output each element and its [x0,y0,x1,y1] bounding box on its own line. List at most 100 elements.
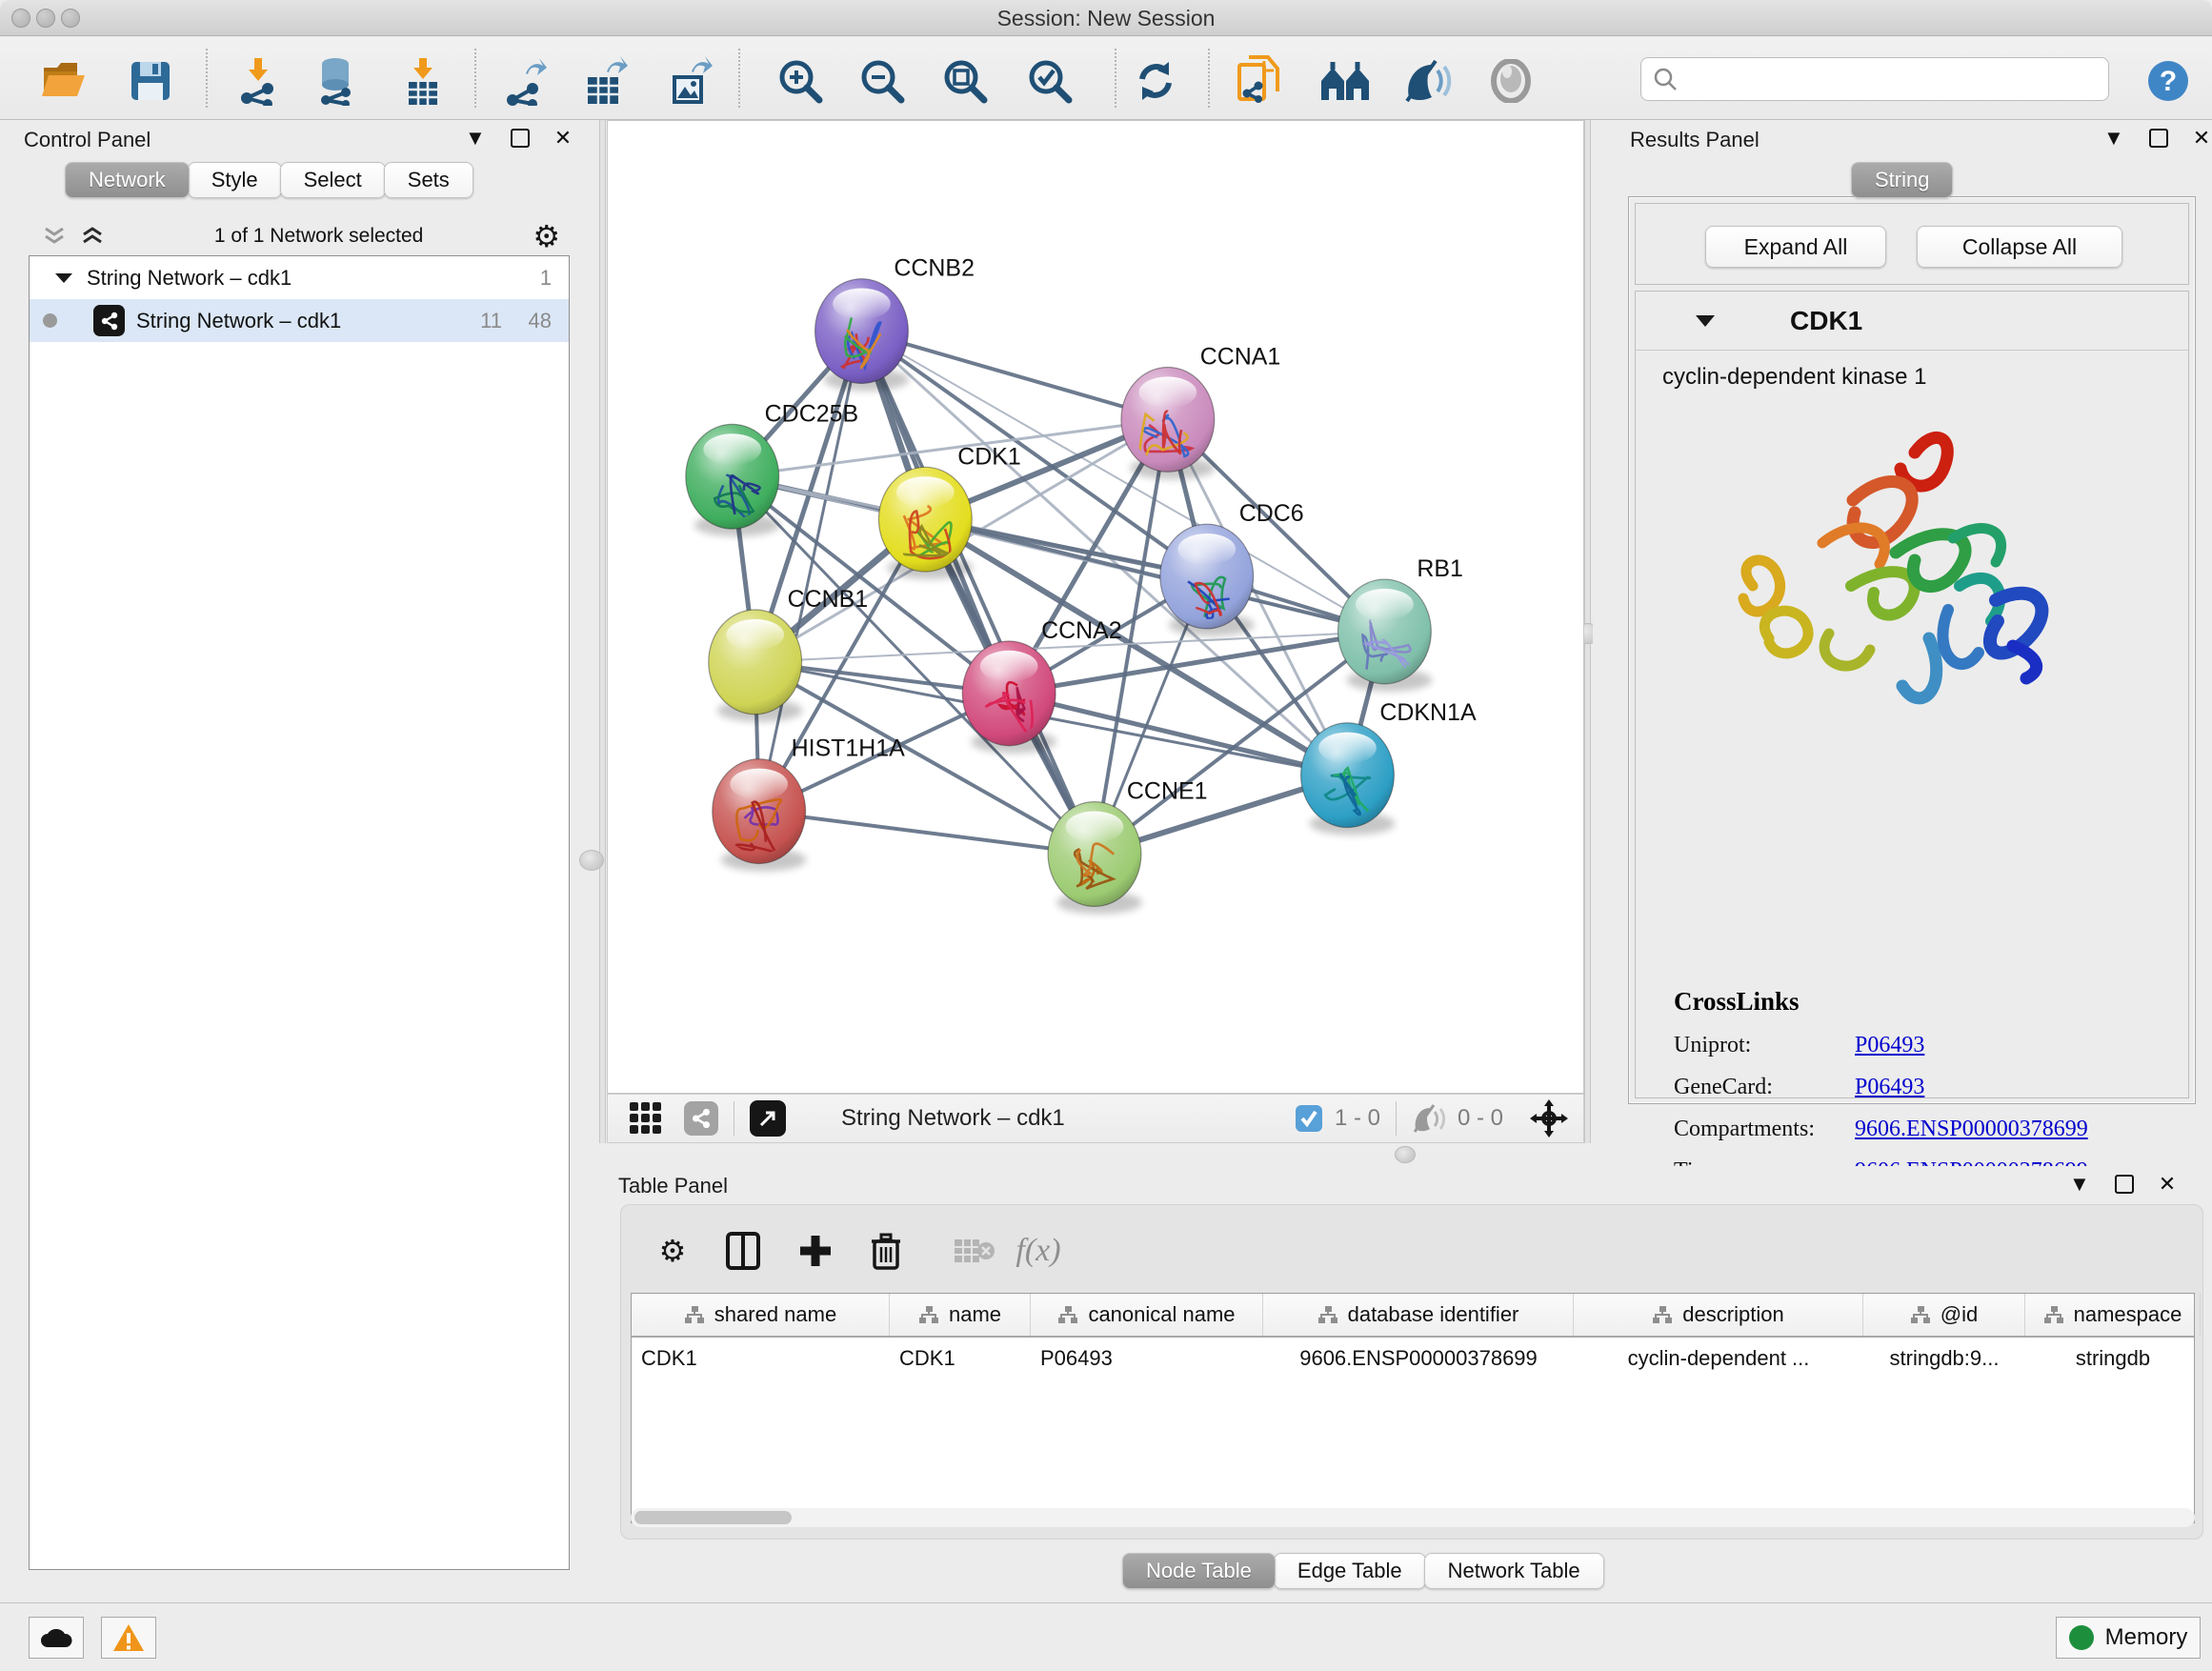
table-options-gear-icon[interactable]: ⚙ [648,1226,697,1276]
genecard-link[interactable]: P06493 [1855,1075,1924,1100]
expand-all-button[interactable]: Expand All [1705,226,1886,268]
selected-checkbox-icon[interactable] [1295,1104,1323,1133]
cell-database-identifier[interactable]: 9606.ENSP00000378699 [1263,1346,1574,1371]
memory-status-dot [2069,1625,2094,1650]
hide-selected-button[interactable] [1401,54,1455,108]
network-status-dot [43,313,57,328]
column-header-database-identifier[interactable]: database identifier [1263,1294,1574,1336]
tab-style[interactable]: Style [188,162,282,198]
column-header-name[interactable]: name [890,1294,1031,1336]
network-collection-row[interactable]: String Network – cdk1 1 [30,256,569,299]
horizontal-splitter-handle[interactable] [1395,1146,1416,1163]
network-node-ccne1[interactable]: CCNE1 [1048,778,1207,915]
save-session-button[interactable] [124,54,177,108]
table-horizontal-scrollbar-thumb[interactable] [634,1511,792,1524]
network-canvas[interactable]: CCNB2CCNA1CDC25BCDK1CDC6RB1CCNB1CCNA2CDK… [607,120,1584,1094]
network-node-cdkn1a[interactable]: CDKN1A [1301,699,1477,836]
network-badge-icon[interactable] [684,1101,718,1136]
tab-network-table[interactable]: Network Table [1424,1553,1604,1589]
results-panel-close-icon[interactable]: ✕ [2193,128,2210,149]
column-header-shared-name[interactable]: shared name [632,1294,890,1336]
cell-shared-name[interactable]: CDK1 [632,1346,890,1371]
results-panel-menu-icon[interactable]: ▼ [2103,128,2124,149]
tab-edge-table[interactable]: Edge Table [1274,1553,1426,1589]
cloud-status-button[interactable] [29,1617,84,1659]
network-node-rb1[interactable]: RB1 [1338,555,1463,692]
node-table-header: shared namenamecanonical namedatabase id… [632,1294,2194,1338]
birds-eye-view-icon[interactable] [629,1101,663,1136]
first-neighbors-button[interactable] [1318,54,1372,108]
cell-description[interactable]: cyclin-dependent ... [1574,1346,1863,1371]
network-from-selection-button[interactable] [1233,54,1286,108]
cell-canonical-name[interactable]: P06493 [1031,1346,1263,1371]
cdk1-section-header[interactable]: CDK1 [1636,292,2188,351]
results-panel-float-icon[interactable] [2149,129,2168,148]
zoom-in-button[interactable] [774,54,827,108]
open-session-button[interactable] [38,54,91,108]
control-panel-menu-icon[interactable]: ▼ [465,128,486,149]
show-columns-icon[interactable] [718,1226,768,1276]
table-panel-float-icon[interactable] [2115,1175,2134,1194]
column-header-description[interactable]: description [1574,1294,1863,1336]
open-in-window-icon[interactable] [750,1100,786,1137]
cell-name[interactable]: CDK1 [890,1346,1031,1371]
search-input[interactable] [1687,66,2097,92]
delete-column-icon[interactable] [861,1226,911,1276]
export-image-button[interactable] [663,54,716,108]
network-row[interactable]: String Network – cdk1 11 48 [30,299,569,342]
import-table-button[interactable] [396,54,450,108]
cdk1-collapse-icon[interactable] [1695,313,1716,328]
collapse-all-icon[interactable] [42,225,67,248]
string-network-graph[interactable]: CCNB2CCNA1CDC25BCDK1CDC6RB1CCNB1CCNA2CDK… [608,121,1583,1093]
column-header--id[interactable]: @id [1863,1294,2025,1336]
import-network-database-button[interactable] [311,54,364,108]
table-panel-menu-icon[interactable]: ▼ [2069,1174,2090,1195]
column-header-namespace[interactable]: namespace [2025,1294,2201,1336]
collapse-all-button[interactable]: Collapse All [1917,226,2122,268]
zoom-fit-button[interactable] [938,54,992,108]
network-options-gear-icon[interactable]: ⚙ [533,221,560,252]
uniprot-link[interactable]: P06493 [1855,1033,1924,1058]
export-network-button[interactable] [497,54,551,108]
import-network-file-button[interactable] [231,54,285,108]
pan-crosshair-icon[interactable] [1528,1097,1570,1139]
column-header-canonical-name[interactable]: canonical name [1031,1294,1263,1336]
compartments-link[interactable]: 9606.ENSP00000378699 [1855,1117,2088,1142]
table-row[interactable]: CDK1CDK1P064939606.ENSP00000378699cyclin… [632,1338,2194,1379]
network-node-hist1h1a[interactable]: HIST1H1A [713,735,905,872]
network-node-ccnb1[interactable]: CCNB1 [709,586,868,722]
network-node-ccna1[interactable]: CCNA1 [1121,343,1280,479]
table-panel-close-icon[interactable]: ✕ [2159,1174,2176,1195]
table-horizontal-scrollbar[interactable] [631,1508,2195,1527]
left-splitter-handle[interactable] [579,850,604,871]
control-panel-close-icon[interactable]: ✕ [554,128,572,149]
cell--id[interactable]: stringdb:9... [1863,1346,2025,1371]
tab-network[interactable]: Network [65,162,190,198]
column-type-icon [1910,1305,1931,1324]
search-box[interactable] [1640,57,2109,101]
expand-all-icon[interactable] [80,225,105,248]
show-all-button[interactable] [1484,54,1538,108]
warnings-button[interactable] [101,1617,156,1659]
delete-table-icon[interactable] [950,1226,999,1276]
zoom-selected-button[interactable] [1023,54,1076,108]
network-node-cdc6[interactable]: CDC6 [1160,500,1304,636]
left-splitter[interactable] [599,120,606,1143]
control-panel-float-icon[interactable] [511,129,530,148]
tab-node-table[interactable]: Node Table [1122,1553,1276,1589]
tab-string[interactable]: String [1851,162,1953,198]
help-button[interactable]: ? [2142,54,2195,108]
function-builder-icon[interactable]: f(x) [1014,1226,1063,1276]
zoom-out-button[interactable] [855,54,909,108]
string-results-container: Expand All Collapse All CDK1 cyclin-depe… [1628,196,2196,1104]
cell-namespace[interactable]: stringdb [2025,1346,2201,1371]
collection-expand-icon[interactable] [54,272,73,285]
network-node-cdk1[interactable]: CDK1 [878,443,1020,579]
tab-select[interactable]: Select [280,162,386,198]
export-table-button[interactable] [578,54,632,108]
memory-button[interactable]: Memory [2056,1617,2201,1659]
add-column-icon[interactable] [791,1226,840,1276]
apply-layout-button[interactable] [1129,54,1182,108]
tab-sets[interactable]: Sets [384,162,473,198]
network-node-ccnb2[interactable]: CCNB2 [815,255,975,392]
